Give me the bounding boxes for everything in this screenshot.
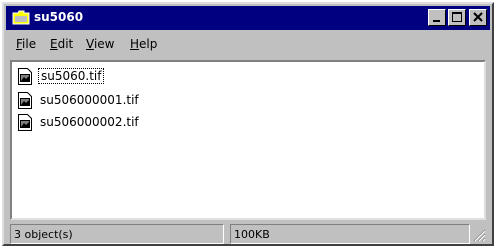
menu-help[interactable]: Help [130,37,157,51]
tif-file-icon [18,68,32,85]
file-name: su506000002.tif [40,115,139,129]
title-bar[interactable]: su5060 [6,6,490,30]
minimize-button[interactable] [428,9,446,26]
minimize-icon [433,20,440,22]
tif-file-icon [18,92,32,109]
resize-grip-icon[interactable] [472,228,486,242]
tif-file-icon [18,114,32,131]
status-object-count: 3 object(s) [10,224,224,244]
file-name: su506000001.tif [40,93,139,107]
menu-file[interactable]: File [16,37,36,51]
folder-icon [12,10,30,25]
explorer-window: su5060 File Edit View Help su5060.tif su… [2,2,494,246]
status-bar: 3 object(s) 100KB [8,224,488,244]
close-icon [473,12,483,22]
window-title: su5060 [34,10,84,24]
menu-view[interactable]: View [86,37,114,51]
close-button[interactable] [469,9,487,26]
maximize-button[interactable] [448,9,466,26]
file-list[interactable]: su5060.tif su506000001.tif su506000002.t… [10,60,486,220]
maximize-icon [452,12,462,22]
status-size: 100KB [230,224,470,244]
file-name: su5060.tif [38,68,105,84]
menu-bar: File Edit View Help [6,34,490,56]
menu-edit[interactable]: Edit [50,37,73,51]
